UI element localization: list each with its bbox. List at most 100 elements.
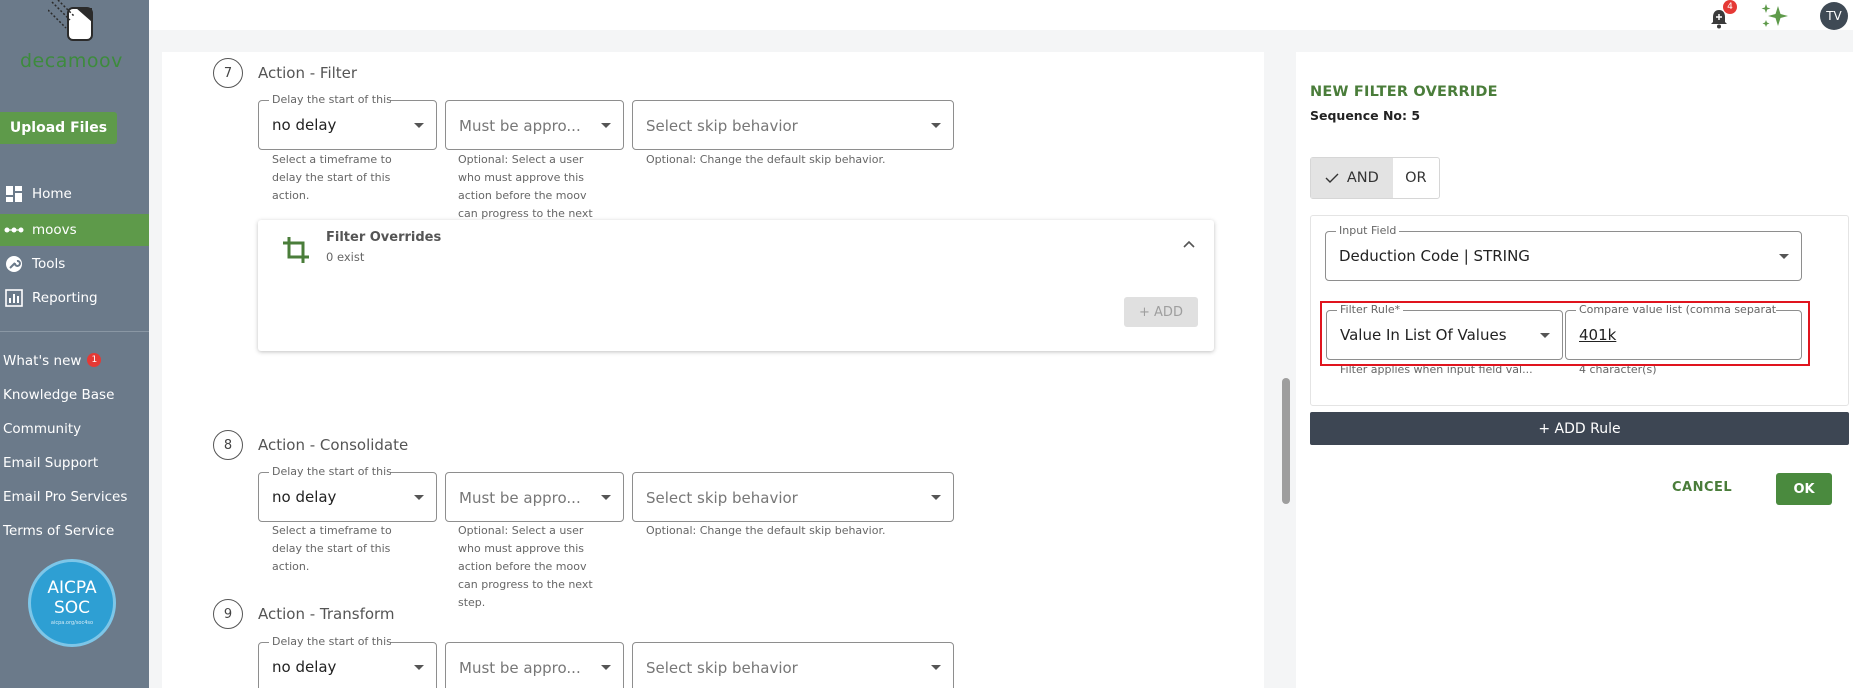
and-label: AND [1346, 170, 1379, 186]
approver-select[interactable]: Must be appro... [445, 472, 624, 522]
field-legend: Delay the start of this [269, 465, 391, 478]
sidebar-item-reporting[interactable]: Reporting [0, 282, 149, 314]
check-icon [1325, 173, 1339, 183]
caret-down-icon [1779, 254, 1789, 259]
wrench-icon [4, 254, 24, 274]
aicpa-soc-badge: AICPA SOC aicpa.org/soc4so [28, 559, 116, 647]
helper-line: can progress to the next [458, 578, 593, 591]
approver-select[interactable]: Must be appro... [445, 642, 624, 688]
field-placeholder: Select skip behavior [646, 489, 798, 507]
approver-helper-text: Optional: Select a user who must approve… [458, 151, 593, 223]
link-email-support[interactable]: Email Support [3, 455, 98, 471]
skip-helper-text: Optional: Change the default skip behavi… [646, 153, 886, 166]
link-community[interactable]: Community [3, 421, 81, 437]
helper-line: action before the moov [458, 189, 587, 202]
link-whats-new[interactable]: What's new 1 [3, 353, 102, 369]
add-override-button[interactable]: + ADD [1124, 297, 1198, 327]
step-title: Action - Transform [258, 605, 395, 623]
ok-button[interactable]: OK [1776, 473, 1832, 505]
field-placeholder: Must be appro... [459, 117, 581, 135]
delay-select[interactable]: Delay the start of this no delay [258, 465, 437, 522]
sidebar-item-moovs[interactable]: moovs [0, 214, 149, 246]
caret-down-icon [601, 665, 611, 670]
caret-down-icon [931, 665, 941, 670]
field-legend: Delay the start of this [269, 93, 391, 106]
logo-mark-icon [48, 0, 93, 41]
sidebar-item-label: Tools [32, 256, 66, 272]
caret-down-icon [601, 123, 611, 128]
and-toggle-button[interactable]: AND [1311, 158, 1393, 198]
helper-line: Optional: Select a user [458, 524, 584, 537]
sidebar-item-home[interactable]: Home [0, 178, 149, 210]
sidebar-item-label: moovs [32, 222, 77, 238]
logic-toggle: AND OR [1310, 157, 1440, 199]
helper-line: action before the moov [458, 560, 587, 573]
chevron-up-icon[interactable] [1182, 238, 1196, 252]
notification-badge: 4 [1723, 0, 1737, 14]
panel-title: NEW FILTER OVERRIDE [1310, 84, 1498, 100]
caret-down-icon [414, 123, 424, 128]
badge-line: aicpa.org/soc4so [50, 620, 94, 626]
filter-overrides-count: 0 exist [326, 250, 365, 264]
helper-line: action. [272, 189, 310, 202]
helper-line: who must approve this [458, 542, 584, 555]
helper-line: delay the start of this [272, 171, 391, 184]
link-email-pro-services[interactable]: Email Pro Services [3, 489, 127, 505]
or-label: OR [1405, 170, 1427, 186]
input-field-select[interactable]: Input Field Deduction Code | STRING [1325, 224, 1802, 281]
whats-new-badge: 1 [87, 353, 102, 367]
chart-icon [4, 288, 24, 308]
helper-line: step. [458, 596, 486, 609]
logo[interactable]: decamoov [20, 0, 130, 75]
field-placeholder: Select skip behavior [646, 659, 798, 677]
or-toggle-button[interactable]: OR [1393, 158, 1439, 198]
step-number: 9 [213, 599, 243, 629]
field-value: Deduction Code | STRING [1339, 247, 1530, 265]
helper-line: Select a timeframe to [272, 524, 392, 537]
delay-helper-text: Select a timeframe to delay the start of… [272, 522, 392, 576]
step-number: 8 [213, 430, 243, 460]
delay-select[interactable]: Delay the start of this no delay [258, 93, 437, 150]
caret-down-icon [414, 665, 424, 670]
filter-overrides-title: Filter Overrides [326, 230, 442, 245]
top-bar [149, 0, 1853, 30]
field-placeholder: Must be appro... [459, 489, 581, 507]
caret-down-icon [414, 495, 424, 500]
sidebar-item-tools[interactable]: Tools [0, 248, 149, 280]
moovs-icon [4, 220, 24, 240]
step-number: 7 [213, 58, 243, 88]
caret-down-icon [931, 495, 941, 500]
helper-line: who must approve this [458, 171, 584, 184]
avatar[interactable]: TV [1820, 2, 1848, 30]
field-placeholder: Select skip behavior [646, 117, 798, 135]
skip-behavior-select[interactable]: Select skip behavior [632, 472, 954, 522]
field-legend: Input Field [1336, 224, 1400, 237]
delay-helper-text: Select a timeframe to delay the start of… [272, 151, 392, 205]
sidebar-divider [0, 331, 149, 332]
caret-down-icon [931, 123, 941, 128]
logo-text: decamoov [20, 50, 123, 72]
sidebar-item-label: Home [32, 186, 72, 202]
crop-icon [283, 237, 309, 263]
approver-select[interactable]: Must be appro... [445, 100, 624, 150]
link-knowledge-base[interactable]: Knowledge Base [3, 387, 114, 403]
sidebar: decamoov Upload Files Home moovs Tools R… [0, 0, 149, 688]
main-scrollbar[interactable] [1282, 378, 1290, 504]
link-terms-of-service[interactable]: Terms of Service [3, 523, 114, 539]
field-value: no delay [272, 488, 337, 506]
step-title: Action - Consolidate [258, 436, 409, 454]
caret-down-icon [601, 495, 611, 500]
helper-line: Optional: Select a user [458, 153, 584, 166]
add-rule-button[interactable]: + ADD Rule [1310, 412, 1849, 445]
skip-behavior-select[interactable]: Select skip behavior [632, 642, 954, 688]
skip-helper-text: Optional: Change the default skip behavi… [646, 524, 886, 537]
sidebar-item-label: Reporting [32, 290, 98, 306]
field-legend: Delay the start of this [269, 635, 391, 648]
upload-files-button[interactable]: Upload Files [0, 112, 117, 144]
delay-select[interactable]: Delay the start of this no delay [258, 635, 437, 688]
step-title: Action - Filter [258, 64, 358, 82]
skip-behavior-select[interactable]: Select skip behavior [632, 100, 954, 150]
sparkle-icon[interactable] [1760, 2, 1792, 30]
filter-overrides-card: Filter Overrides 0 exist + ADD [258, 220, 1214, 351]
cancel-button[interactable]: CANCEL [1672, 480, 1732, 495]
